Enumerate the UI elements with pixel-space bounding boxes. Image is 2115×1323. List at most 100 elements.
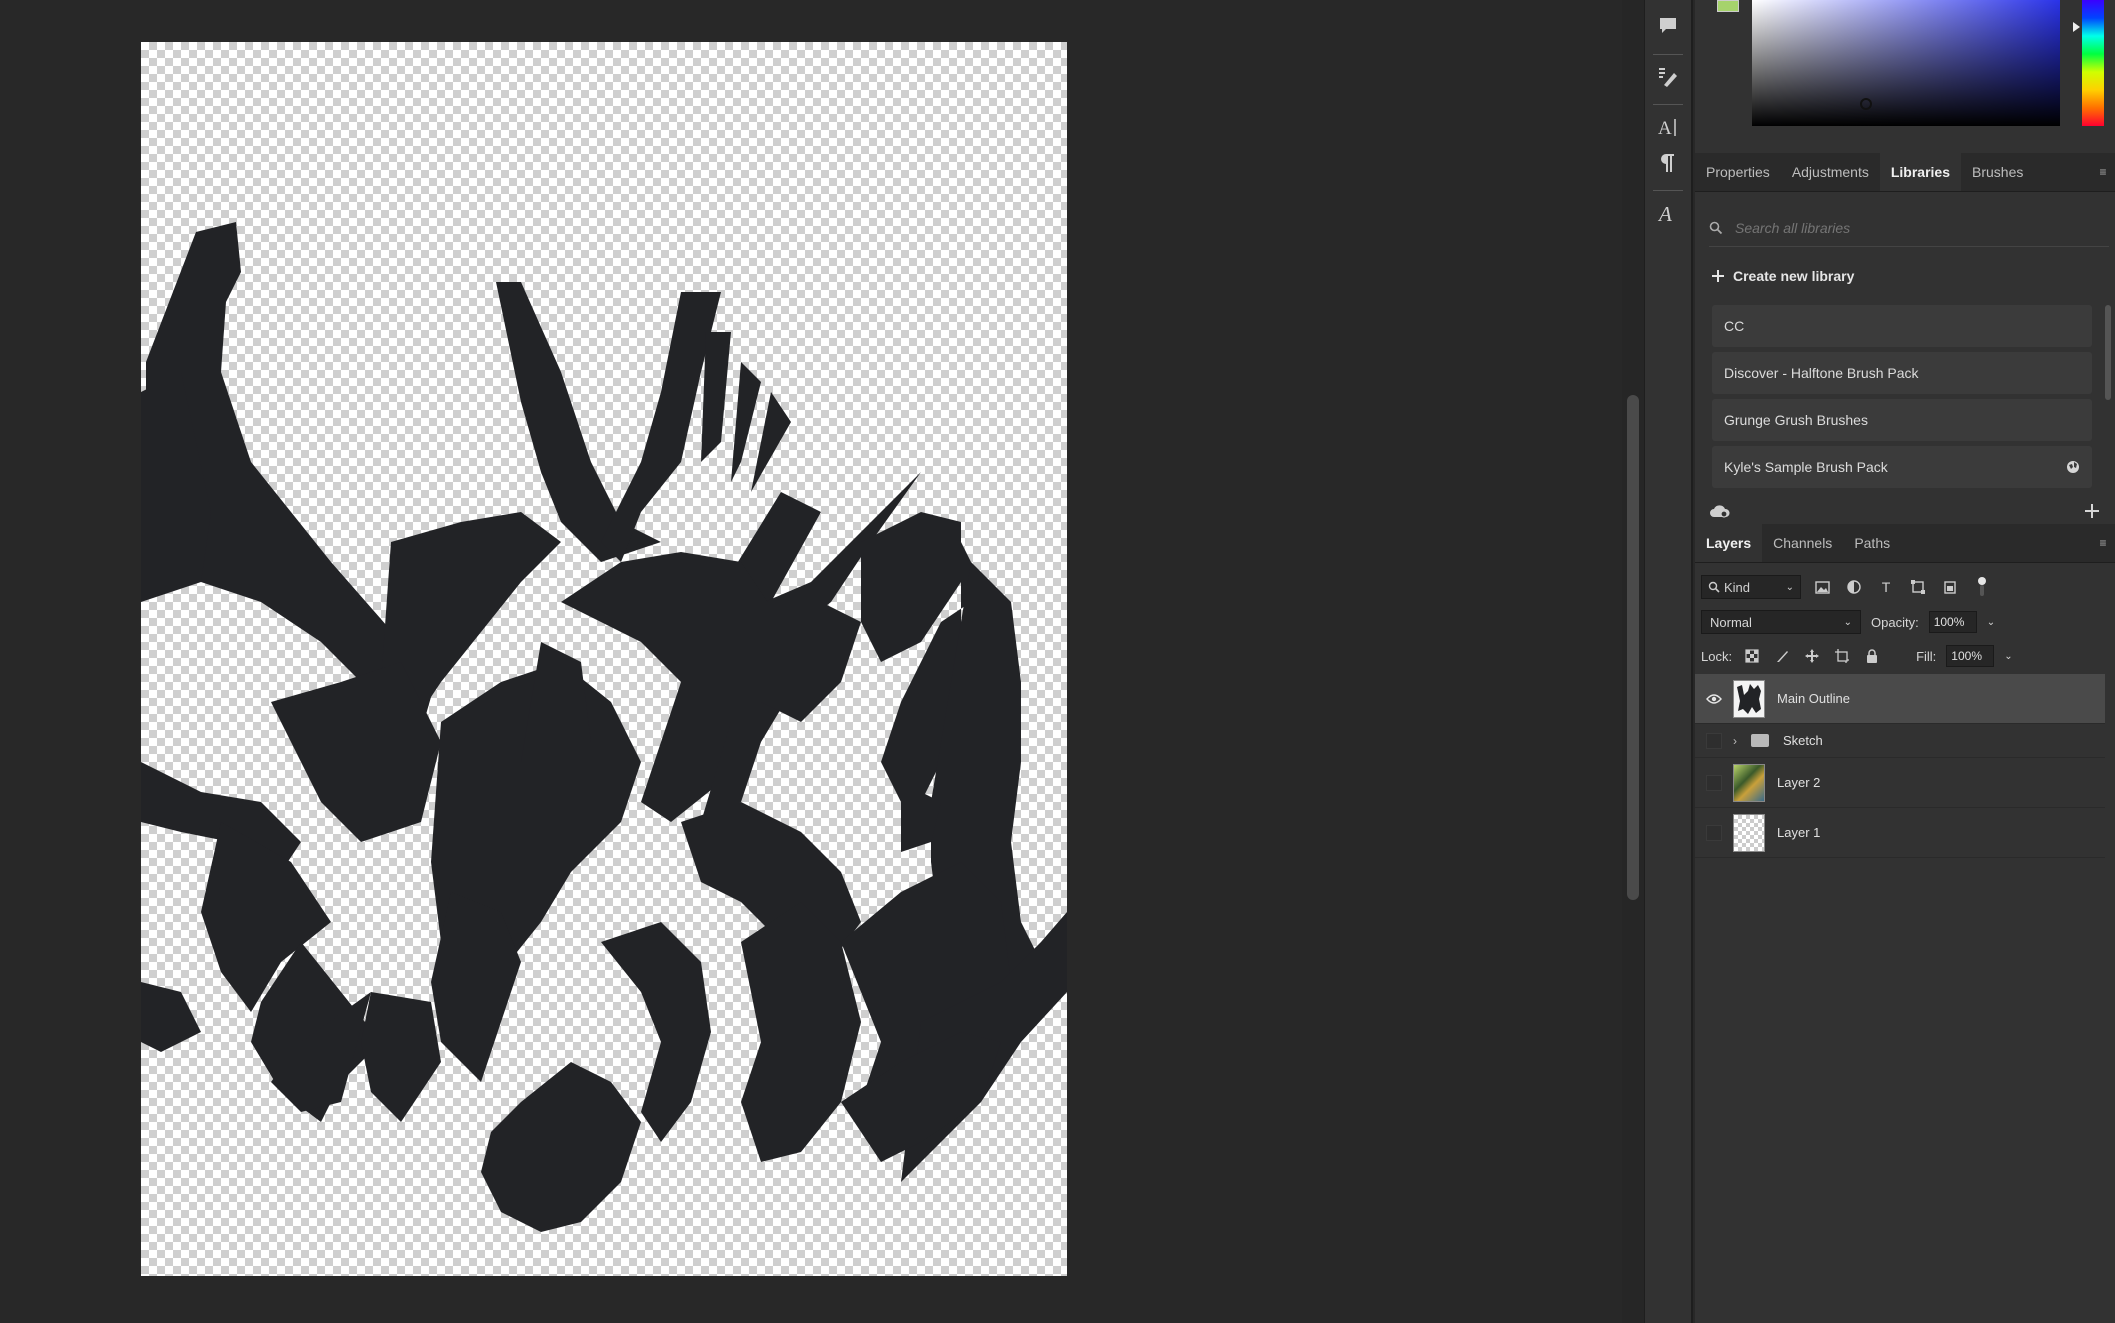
lock-transparent-pixels-icon[interactable] bbox=[1742, 646, 1762, 666]
opacity-input[interactable]: 100% bbox=[1928, 611, 1977, 633]
layer-thumbnail bbox=[1733, 763, 1765, 802]
lock-artboard-icon[interactable] bbox=[1832, 646, 1852, 666]
chevron-down-icon: ⌄ bbox=[1843, 616, 1852, 628]
separator bbox=[1653, 54, 1683, 55]
lock-row: Lock: Fill: 100% ⌄ bbox=[1701, 642, 2109, 670]
visibility-toggle[interactable] bbox=[1695, 693, 1733, 704]
hue-slider[interactable] bbox=[2082, 0, 2104, 126]
color-cursor[interactable] bbox=[1860, 98, 1872, 110]
hue-slider-arrow-icon[interactable] bbox=[2073, 22, 2080, 32]
blend-mode-select[interactable]: Normal ⌄ bbox=[1701, 610, 1861, 634]
smart-object-filter-icon[interactable] bbox=[1939, 576, 1961, 598]
add-plus-icon[interactable] bbox=[2083, 502, 2101, 520]
paragraph-icon[interactable] bbox=[1651, 146, 1685, 180]
visibility-toggle[interactable] bbox=[1695, 824, 1733, 841]
filter-kind-label: Kind bbox=[1724, 579, 1751, 595]
tab-properties[interactable]: Properties bbox=[1695, 153, 1781, 191]
visibility-toggle[interactable] bbox=[1695, 774, 1733, 791]
svg-text:A: A bbox=[1658, 118, 1672, 139]
library-item[interactable]: Kyle's Sample Brush Pack bbox=[1712, 446, 2092, 488]
properties-tab-bar: Properties Adjustments Libraries Brushes… bbox=[1695, 153, 2115, 192]
tab-libraries[interactable]: Libraries bbox=[1879, 153, 1961, 191]
filter-kind-select[interactable]: Kind ⌄ bbox=[1701, 575, 1801, 599]
saturation-value-field[interactable] bbox=[1752, 0, 2060, 126]
adjustment-filter-icon[interactable] bbox=[1843, 576, 1865, 598]
filter-toggle-icon[interactable] bbox=[1971, 576, 1993, 598]
library-scrollbar[interactable] bbox=[2105, 305, 2111, 400]
blend-row: Normal ⌄ Opacity: 100% ⌄ bbox=[1701, 608, 2109, 636]
canvas-vertical-scrollbar[interactable] bbox=[1622, 0, 1644, 1323]
shape-filter-icon[interactable] bbox=[1907, 576, 1929, 598]
layer-list: Main Outline › Sketch Layer 2 Layer 1 bbox=[1695, 674, 2105, 858]
graffiti-artwork bbox=[141, 222, 1067, 1232]
chevron-right-icon[interactable]: › bbox=[1733, 734, 1747, 748]
library-item[interactable]: Discover - Halftone Brush Pack bbox=[1712, 352, 2092, 394]
layer-row[interactable]: Main Outline bbox=[1695, 674, 2105, 724]
library-search-input[interactable] bbox=[1733, 219, 2067, 237]
tab-brushes[interactable]: Brushes bbox=[1961, 153, 2034, 191]
layer-filter-row: Kind ⌄ T bbox=[1701, 572, 2109, 602]
library-item[interactable]: Grunge Grush Brushes bbox=[1712, 399, 2092, 441]
library-item[interactable]: CC bbox=[1712, 305, 2092, 347]
scrollbar-thumb[interactable] bbox=[1627, 395, 1639, 900]
type-filter-icon[interactable]: T bbox=[1875, 576, 1897, 598]
chevron-down-icon: ⌄ bbox=[1785, 581, 1794, 593]
library-item-label: CC bbox=[1724, 318, 1745, 334]
panel-menu-icon[interactable]: ≡ bbox=[2091, 153, 2115, 191]
layer-name: Layer 1 bbox=[1777, 825, 1821, 840]
layer-row[interactable]: › Sketch bbox=[1695, 724, 2105, 758]
folder-icon bbox=[1751, 734, 1769, 747]
library-search bbox=[1709, 210, 2109, 247]
glyphs-icon[interactable]: A bbox=[1651, 196, 1685, 230]
tab-adjustments[interactable]: Adjustments bbox=[1781, 153, 1880, 191]
separator bbox=[1653, 104, 1683, 105]
layers-tab-bar: Layers Channels Paths ≡ bbox=[1695, 524, 2115, 563]
search-icon bbox=[1708, 581, 1720, 593]
layer-name: Sketch bbox=[1783, 733, 1823, 748]
plus-icon bbox=[1712, 270, 1724, 282]
create-library-button[interactable]: Create new library bbox=[1711, 268, 1854, 284]
layer-name: Layer 2 bbox=[1777, 775, 1821, 790]
lock-position-icon[interactable] bbox=[1802, 646, 1822, 666]
fill-label: Fill: bbox=[1916, 648, 1937, 664]
layer-row[interactable]: Layer 2 bbox=[1695, 758, 2105, 808]
library-item-label: Discover - Halftone Brush Pack bbox=[1724, 365, 1919, 381]
fill-input[interactable]: 100% bbox=[1946, 645, 1995, 667]
layer-row[interactable]: Layer 1 bbox=[1695, 808, 2105, 858]
fill-value: 100% bbox=[1951, 649, 1982, 663]
opacity-label: Opacity: bbox=[1871, 614, 1919, 630]
brush-settings-icon[interactable] bbox=[1651, 60, 1685, 94]
canvas-area[interactable] bbox=[0, 0, 1622, 1323]
character-icon[interactable]: A bbox=[1651, 110, 1685, 144]
lock-all-icon[interactable] bbox=[1862, 646, 1882, 666]
cloud-sync-icon[interactable] bbox=[1709, 503, 1731, 519]
create-library-label: Create new library bbox=[1733, 268, 1855, 284]
library-item-label: Kyle's Sample Brush Pack bbox=[1724, 459, 1888, 475]
opacity-value: 100% bbox=[1933, 615, 1965, 629]
svg-text:A: A bbox=[1657, 202, 1672, 225]
foreground-color-swatch[interactable] bbox=[1717, 0, 1739, 12]
document-canvas[interactable] bbox=[141, 42, 1067, 1276]
panel-icon-strip: A A bbox=[1645, 0, 1693, 1323]
lock-image-pixels-icon[interactable] bbox=[1772, 646, 1792, 666]
layers-panel-menu-icon[interactable]: ≡ bbox=[2091, 524, 2115, 562]
tab-layers[interactable]: Layers bbox=[1695, 524, 1763, 562]
library-footer bbox=[1695, 496, 2115, 526]
comments-icon[interactable] bbox=[1651, 8, 1685, 42]
blend-mode-value: Normal bbox=[1710, 614, 1752, 630]
layer-name: Main Outline bbox=[1777, 691, 1850, 706]
fill-chevron-icon[interactable]: ⌄ bbox=[2004, 651, 2012, 662]
separator bbox=[1653, 190, 1683, 191]
library-list: CC Discover - Halftone Brush Pack Grunge… bbox=[1712, 305, 2092, 493]
tab-channels[interactable]: Channels bbox=[1762, 524, 1843, 562]
layer-thumbnail bbox=[1733, 813, 1765, 852]
visibility-toggle[interactable] bbox=[1695, 732, 1733, 749]
shared-globe-icon bbox=[2067, 461, 2079, 473]
tab-paths[interactable]: Paths bbox=[1843, 524, 1901, 562]
opacity-chevron-icon[interactable]: ⌄ bbox=[1987, 617, 1995, 628]
pixel-filter-icon[interactable] bbox=[1811, 576, 1833, 598]
right-panel: Properties Adjustments Libraries Brushes… bbox=[1695, 0, 2115, 1323]
lock-label: Lock: bbox=[1701, 648, 1733, 664]
eye-icon bbox=[1706, 693, 1722, 704]
search-icon bbox=[1709, 221, 1723, 235]
